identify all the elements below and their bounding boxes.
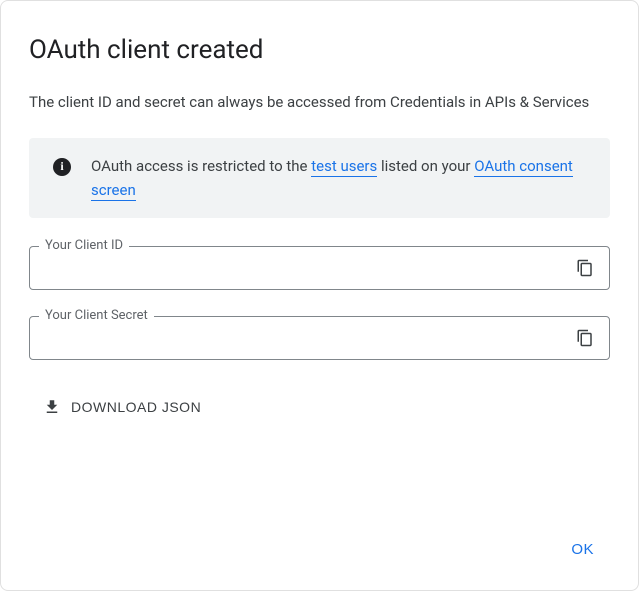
copy-icon xyxy=(576,329,594,347)
info-icon: i xyxy=(53,158,71,176)
client-id-label: Your Client ID xyxy=(39,238,129,253)
banner-text-mid: listed on your xyxy=(377,157,474,175)
client-secret-label: Your Client Secret xyxy=(39,308,154,323)
download-icon xyxy=(43,398,61,416)
copy-client-secret-button[interactable] xyxy=(573,326,597,350)
dialog-footer: OK xyxy=(29,513,610,566)
copy-client-id-button[interactable] xyxy=(573,256,597,280)
test-users-link[interactable]: test users xyxy=(311,157,377,177)
client-id-input[interactable] xyxy=(42,260,573,276)
info-banner: i OAuth access is restricted to the test… xyxy=(29,138,610,218)
client-secret-input[interactable] xyxy=(42,330,573,346)
client-id-field: Your Client ID xyxy=(29,246,610,290)
copy-icon xyxy=(576,259,594,277)
client-secret-field: Your Client Secret xyxy=(29,316,610,360)
banner-text-prefix: OAuth access is restricted to the xyxy=(91,157,311,175)
ok-button[interactable]: OK xyxy=(555,533,610,566)
info-banner-text: OAuth access is restricted to the test u… xyxy=(91,154,592,202)
dialog-description: The client ID and secret can always be a… xyxy=(29,91,610,114)
oauth-client-created-dialog: OAuth client created The client ID and s… xyxy=(1,1,638,590)
download-json-button[interactable]: DOWNLOAD JSON xyxy=(29,390,215,424)
dialog-title: OAuth client created xyxy=(29,35,610,65)
download-json-label: DOWNLOAD JSON xyxy=(71,399,201,415)
